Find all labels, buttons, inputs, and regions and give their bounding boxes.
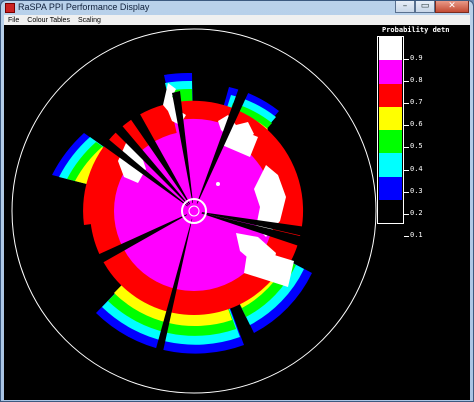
legend-label: 0.6 [410,120,423,129]
legend-label: 0.4 [410,164,423,173]
legend-label: 0.3 [410,186,423,195]
legend-label: 0.5 [410,142,423,151]
minimize-button[interactable]: – [395,1,415,13]
legend-label: 0.9 [410,54,423,63]
legend-label: 0.7 [410,98,423,107]
legend-swatch [379,153,402,177]
legend-tick [404,169,409,171]
ppi-display[interactable]: Probability detn 0.9 0.8 0.7 0.6 0.5 0.4 0.3 0.… [4,25,470,400]
menu-scaling[interactable]: Scaling [74,15,105,25]
legend-tick [404,147,409,149]
legend-swatch [379,37,402,61]
legend-tick [404,191,409,193]
legend-label: 0.8 [410,76,423,85]
legend-swatch [379,106,402,130]
legend-tick [404,125,409,127]
app-window: RaSPA PPI Performance Display – ▭ ✕ File… [0,0,474,402]
legend-tick [404,81,409,83]
legend-colour-bar [377,36,404,224]
legend-title: Probability detn [382,26,450,34]
legend-tick [404,103,409,105]
window-title: RaSPA PPI Performance Display [18,2,150,12]
menu-file[interactable]: File [4,15,23,25]
legend-tick [404,235,409,237]
legend-tick [404,59,409,61]
legend-swatch [379,199,402,223]
window-controls: – ▭ ✕ [395,1,469,13]
legend-tick [404,213,409,215]
maximize-button[interactable]: ▭ [415,1,435,13]
app-icon [5,3,15,13]
legend-swatch [379,176,402,200]
target-point [216,182,220,186]
legend-swatch [379,83,402,107]
menu-colour-tables[interactable]: Colour Tables [23,15,74,25]
close-button[interactable]: ✕ [435,1,469,13]
legend-swatch [379,130,402,154]
legend-swatch [379,60,402,84]
menu-bar: File Colour Tables Scaling [4,15,470,25]
legend-label: 0.2 [410,208,423,217]
radar-site-center [186,203,202,219]
legend-label: 0.1 [410,230,423,239]
title-bar[interactable]: RaSPA PPI Performance Display – ▭ ✕ [1,1,473,15]
